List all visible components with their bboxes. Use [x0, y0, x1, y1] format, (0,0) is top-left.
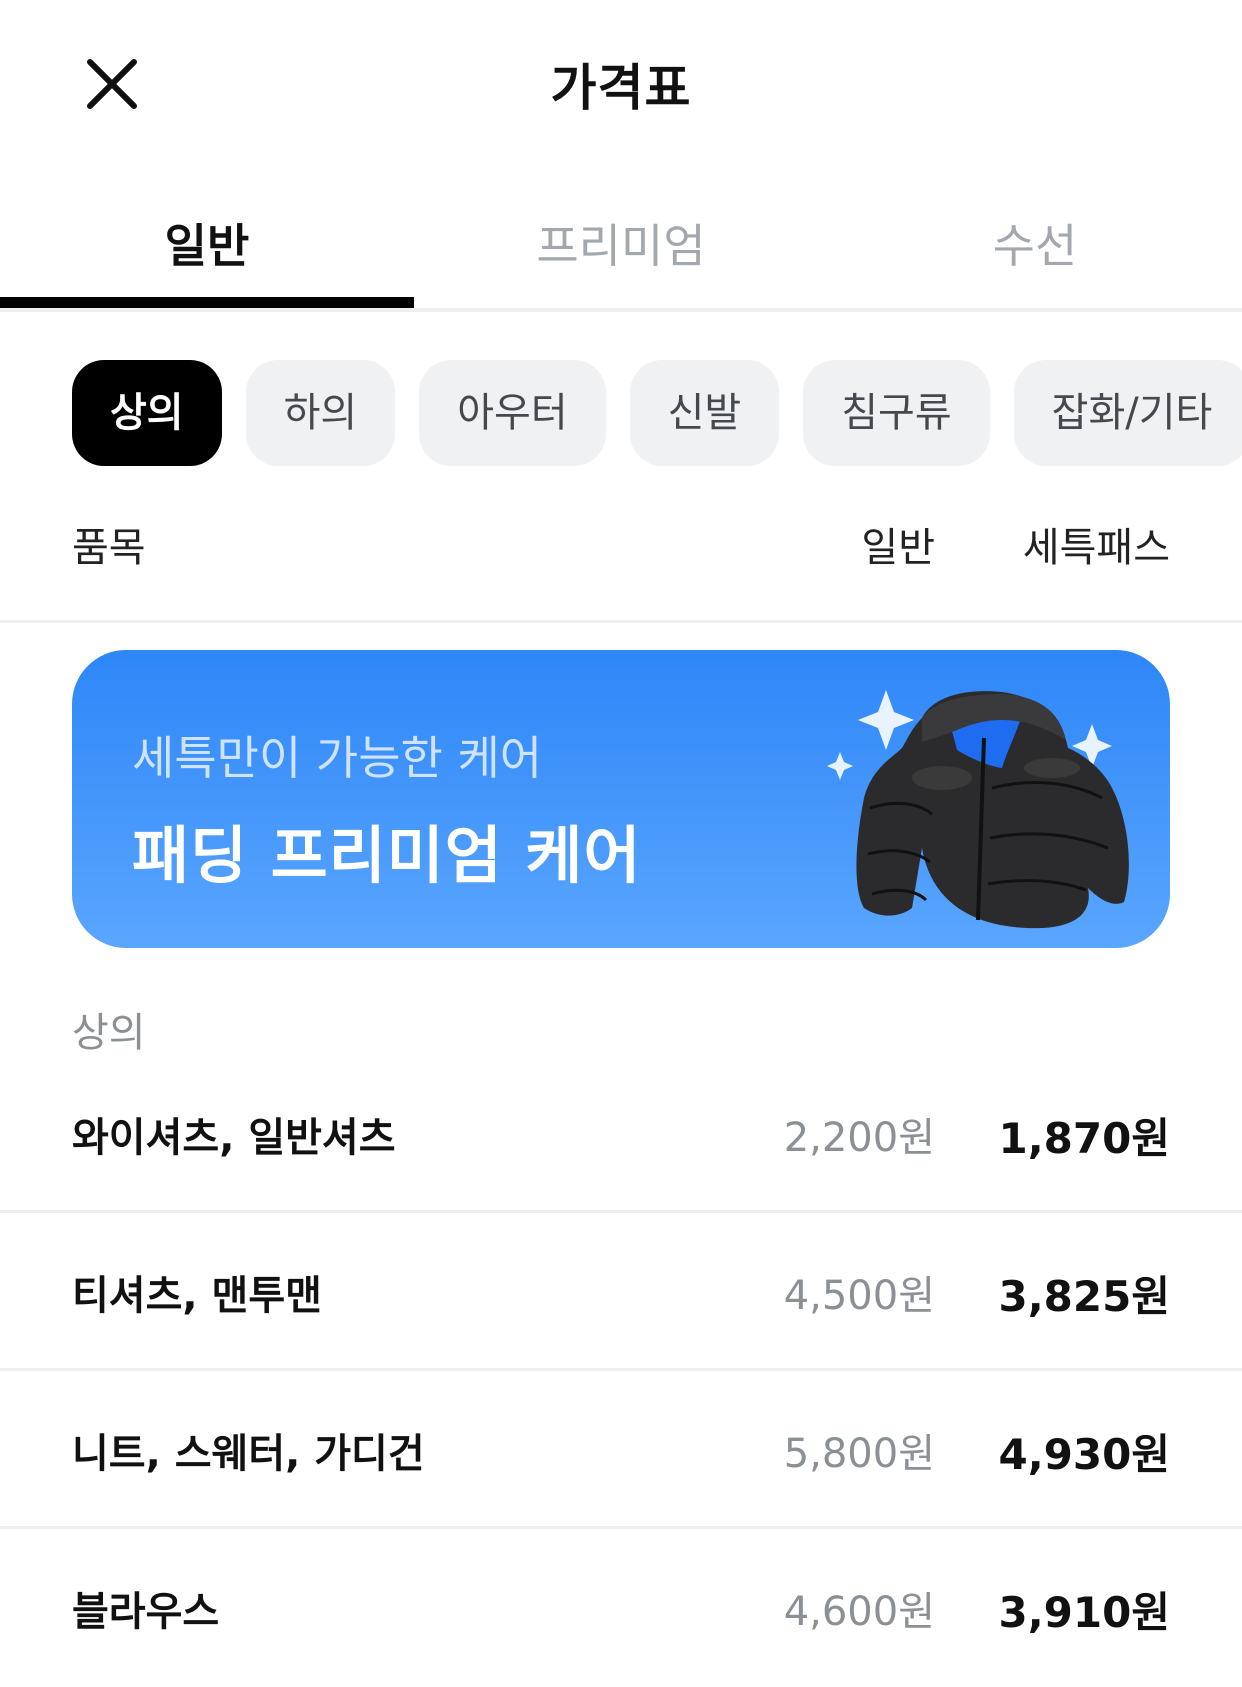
set-price: 3,910원 [998, 1588, 1171, 1637]
column-set-label: 세특패스 [1022, 525, 1170, 571]
page-title: 가격표 [550, 59, 692, 117]
tab-bar: 일반 프리미엄 수선 [0, 180, 1242, 312]
puffer-jacket-image [827, 690, 1129, 929]
section-label: 상의 [72, 1010, 146, 1056]
chip-outer[interactable]: 아우터 [419, 360, 606, 466]
chip-top[interactable]: 상의 [72, 360, 222, 466]
chip-bedding[interactable]: 침구류 [803, 360, 990, 466]
price-row: 니트, 스웨터, 가디건 5,800원 4,930원 [0, 1371, 1242, 1529]
chip-shoes[interactable]: 신발 [629, 360, 780, 466]
normal-price: 5,800원 [783, 1431, 935, 1477]
column-normal-label: 일반 [861, 525, 935, 571]
item-name: 와이셔츠, 일반셔츠 [72, 1115, 396, 1161]
promo-banner[interactable]: 세특만이 가능한 케어 패딩 프리미엄 케어 [72, 650, 1170, 948]
price-row: 티셔츠, 맨투맨 4,500원 3,825원 [0, 1213, 1242, 1371]
set-price: 1,870원 [998, 1114, 1171, 1163]
item-name: 티셔츠, 맨투맨 [72, 1273, 322, 1319]
normal-price: 4,500원 [783, 1273, 935, 1319]
normal-price: 4,600원 [783, 1589, 935, 1635]
item-name: 니트, 스웨터, 가디건 [72, 1431, 425, 1477]
set-price: 3,825원 [998, 1272, 1171, 1321]
tab-general[interactable]: 일반 [0, 210, 414, 276]
tab-repair[interactable]: 수선 [828, 210, 1242, 276]
set-price: 4,930원 [998, 1430, 1171, 1479]
price-row: 와이셔츠, 일반셔츠 2,200원 1,870원 [0, 1055, 1242, 1213]
banner-subtitle: 세특만이 가능한 케어 [132, 731, 543, 785]
tab-premium[interactable]: 프리미엄 [414, 210, 828, 276]
header: 가격표 [0, 0, 1242, 165]
normal-price: 2,200원 [783, 1115, 935, 1161]
tab-divider [0, 308, 1242, 312]
chip-misc[interactable]: 잡화/기타 [1013, 360, 1242, 466]
divider [0, 620, 1242, 623]
column-header: 품목 일반 세특패스 [72, 515, 1170, 575]
banner-title: 패딩 프리미엄 케어 [132, 819, 642, 892]
price-row: 블라우스 4,600원 3,910원 [0, 1529, 1242, 1687]
category-chips: 상의 하의 아우터 신발 침구류 잡화/기타 [72, 360, 1242, 466]
item-name: 블라우스 [72, 1589, 220, 1635]
column-item-label: 품목 [72, 525, 146, 571]
chip-bottom[interactable]: 하의 [245, 360, 396, 466]
active-tab-indicator [0, 297, 414, 308]
